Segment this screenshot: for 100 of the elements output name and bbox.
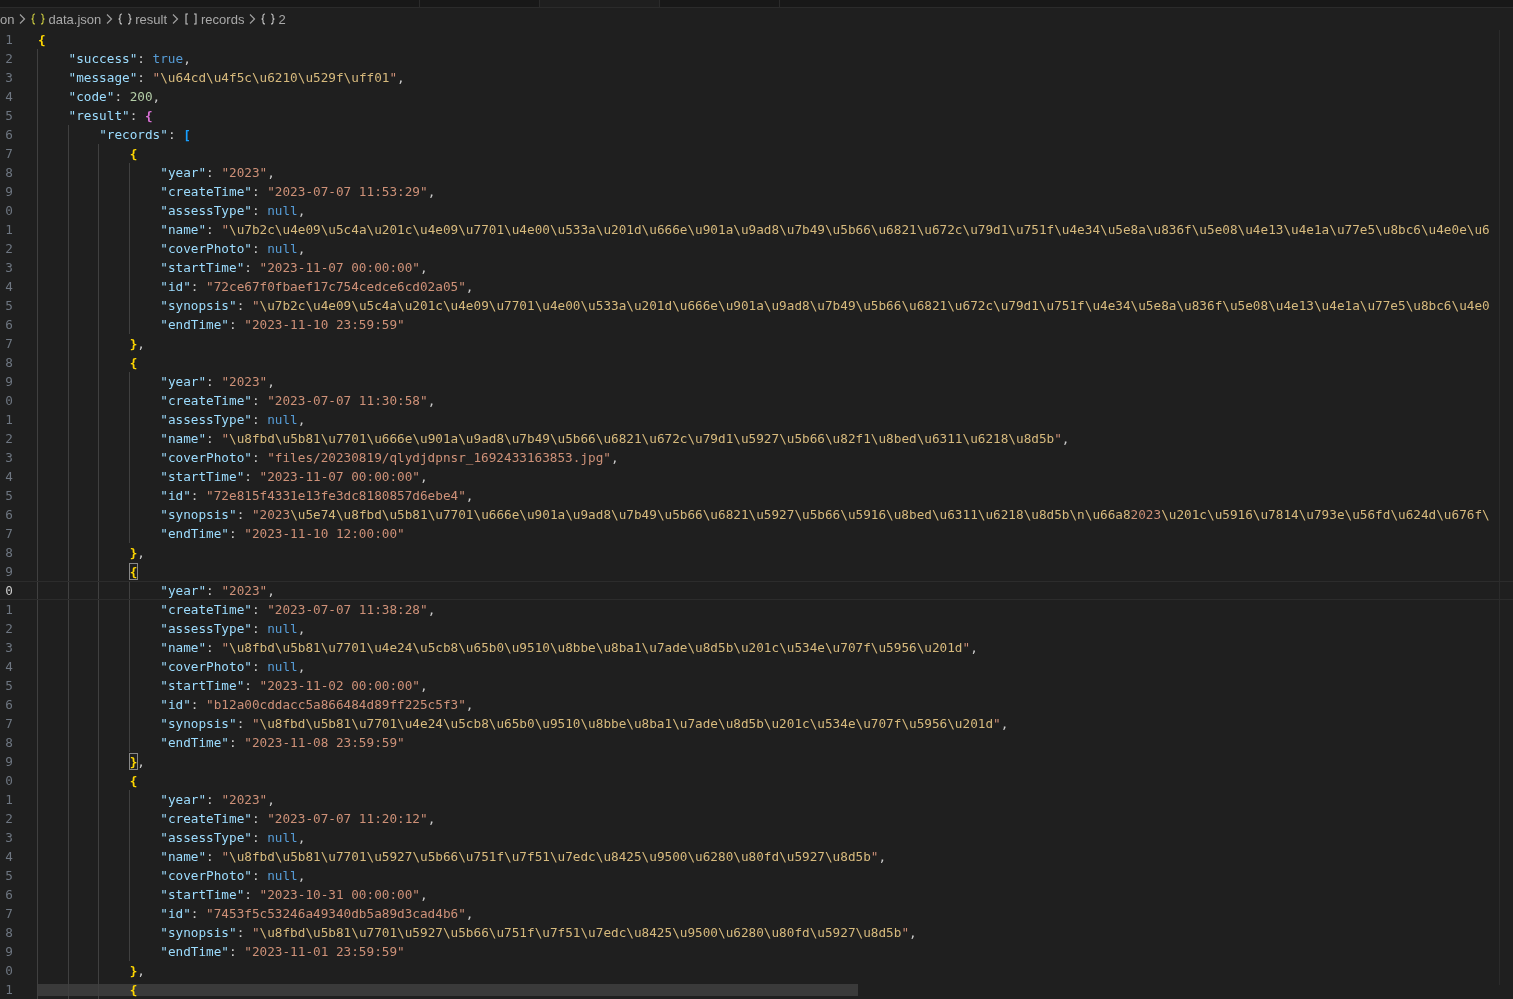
code-line: { — [129, 981, 138, 998]
chevron-icon — [171, 13, 180, 25]
line-number: 5 — [4, 298, 13, 313]
code-line: "year": "2023", — [160, 582, 275, 599]
line-number: 1 — [4, 412, 13, 427]
brackets-icon — [183, 13, 200, 25]
line-number: 8 — [4, 735, 13, 750]
code-line: { — [129, 354, 138, 371]
line-number: 6 — [4, 127, 13, 142]
line-number: 5 — [4, 108, 13, 123]
line-number: 1 — [4, 32, 13, 47]
code-line: "endTime": "2023-11-08 23:59:59" — [160, 734, 405, 751]
breadcrumb-item[interactable]: records — [201, 11, 245, 27]
line-number: 0 — [4, 583, 13, 598]
line-number: 4 — [4, 849, 13, 864]
line-number: 4 — [4, 469, 13, 484]
code-line: { — [129, 563, 138, 580]
line-number: 7 — [4, 906, 13, 921]
line-number: 6 — [4, 697, 13, 712]
code-line: "createTime": "2023-07-07 11:30:58", — [160, 392, 436, 409]
line-number: 7 — [4, 146, 13, 161]
code-line: "assessType": null, — [160, 202, 306, 219]
code-line: "coverPhoto": "files/20230819/qlydjdpnsr_1692433163853.jpg", — [160, 449, 619, 466]
code-line: "startTime": "2023-11-02 00:00:00", — [160, 677, 428, 694]
line-number: 3 — [4, 70, 13, 85]
line-number: 5 — [4, 868, 13, 883]
scrollbar-thumb[interactable] — [38, 984, 858, 996]
code-line: }, — [129, 544, 145, 561]
line-number: 7 — [4, 336, 13, 351]
code-line: "createTime": "2023-07-07 11:53:29", — [160, 183, 436, 200]
code-line: { — [38, 31, 46, 48]
code-line: "id": "72ce67f0fbaef17c754cedce6cd02a05", — [160, 278, 474, 295]
line-number: 0 — [4, 773, 13, 788]
code-line: "coverPhoto": null, — [160, 658, 306, 675]
code-line: "records": [ — [99, 126, 191, 143]
code-line: "assessType": null, — [160, 829, 306, 846]
line-number: 8 — [4, 925, 13, 940]
line-number: 9 — [4, 374, 13, 389]
code-line: "name": "\u8fbd\u5b81\u7701\u666e\u901a\u9ad8\u7b49\u5b66\u6821\u672c\u79d1\u5927\u5b66\u82f1\u8bed\u6311\u6218\u8d5b", — [160, 430, 1070, 447]
line-number: 0 — [4, 393, 13, 408]
code-line: { — [129, 772, 138, 789]
line-number: 5 — [4, 678, 13, 693]
line-number: 1 — [4, 982, 13, 997]
chevron-icon — [105, 13, 114, 25]
code-line: "synopsis": "\u7b2c\u4e09\u5c4a\u201c\u4e09\u7701\u4e00\u533a\u201d\u666e\u901a\u9ad8\u7b49\u5b66\u6821\u672c\u79d1\u751f\u4e34\u5e8a\u836f\u5e08\u4e13\u4e1a\u77e5\u8bc6\u4e0 — [160, 297, 1490, 314]
code-line: { — [129, 145, 138, 162]
code-line: }, — [129, 753, 145, 770]
code-line: "synopsis": "\u8fbd\u5b81\u7701\u4e24\u5cb8\u65b0\u9510\u8bbe\u8ba1\u7ade\u8d5b\u201c\u534e\u707f\u5956\u201d", — [160, 715, 1009, 732]
line-number: 4 — [4, 659, 13, 674]
line-number: 4 — [4, 279, 13, 294]
line-number: 3 — [4, 260, 13, 275]
line-number: 7 — [4, 716, 13, 731]
code-line: "createTime": "2023-07-07 11:20:12", — [160, 810, 436, 827]
braces-icon — [260, 13, 277, 25]
code-line: "year": "2023", — [160, 373, 275, 390]
code-line: "code": 200, — [68, 88, 161, 105]
line-number: 0 — [4, 203, 13, 218]
code-line: "createTime": "2023-07-07 11:38:28", — [160, 601, 436, 618]
line-number: 6 — [4, 887, 13, 902]
line-number: 3 — [4, 450, 13, 465]
line-number: 9 — [4, 754, 13, 769]
line-number: 2 — [4, 51, 13, 66]
breadcrumb-item[interactable]: data.json — [48, 11, 102, 27]
line-number: 9 — [4, 184, 13, 199]
chevron-icon — [248, 13, 257, 25]
code-line: "name": "\u7b2c\u4e09\u5c4a\u201c\u4e09\u7701\u4e00\u533a\u201d\u666e\u901a\u9ad8\u7b49\u5b66\u6821\u672c\u79d1\u751f\u4e34\u5e8a\u836f\u5e08\u4e13\u4e1a\u77e5\u8bc6\u4e0e\u6 — [160, 221, 1490, 238]
line-number: 8 — [4, 165, 13, 180]
line-number: 3 — [4, 640, 13, 655]
code-line: "assessType": null, — [160, 411, 306, 428]
code-line: "startTime": "2023-11-07 00:00:00", — [160, 468, 428, 485]
breadcrumb-item[interactable]: 2 — [278, 11, 286, 27]
line-number: 8 — [4, 355, 13, 370]
line-number: 4 — [4, 89, 13, 104]
code-line: "startTime": "2023-10-31 00:00:00", — [160, 886, 428, 903]
line-number: 3 — [4, 830, 13, 845]
line-number: 1 — [4, 602, 13, 617]
code-line: "endTime": "2023-11-01 23:59:59" — [160, 943, 405, 960]
code-line: "message": "\u64cd\u4f5c\u6210\u529f\uff01", — [68, 69, 405, 86]
line-number: 2 — [4, 811, 13, 826]
code-line: "year": "2023", — [160, 164, 275, 181]
line-number: 6 — [4, 317, 13, 332]
breadcrumb-item[interactable]: result — [135, 11, 168, 27]
code-line: "assessType": null, — [160, 620, 306, 637]
braces-icon — [30, 13, 47, 25]
code-line: "name": "\u8fbd\u5b81\u7701\u4e24\u5cb8\u65b0\u9510\u8bbe\u8ba1\u7ade\u8d5b\u201c\u534e\u707f\u5956\u201d", — [160, 639, 978, 656]
line-number: 2 — [4, 431, 13, 446]
code-line: "endTime": "2023-11-10 23:59:59" — [160, 316, 405, 333]
code-line: "success": true, — [68, 50, 191, 67]
line-number: 1 — [4, 792, 13, 807]
code-line: "startTime": "2023-11-07 00:00:00", — [160, 259, 428, 276]
line-number: 0 — [4, 963, 13, 978]
code-line: "endTime": "2023-11-10 12:00:00" — [160, 525, 405, 542]
line-number: 6 — [4, 507, 13, 522]
code-line: "id": "b12a00cddacc5a866484d89ff225c5f3", — [160, 696, 474, 713]
code-line: "year": "2023", — [160, 791, 275, 808]
breadcrumb-item[interactable]: on — [0, 11, 15, 27]
line-number: 9 — [4, 944, 13, 959]
code-line: "coverPhoto": null, — [160, 867, 306, 884]
line-number: 8 — [4, 545, 13, 560]
code-line: }, — [129, 335, 145, 352]
